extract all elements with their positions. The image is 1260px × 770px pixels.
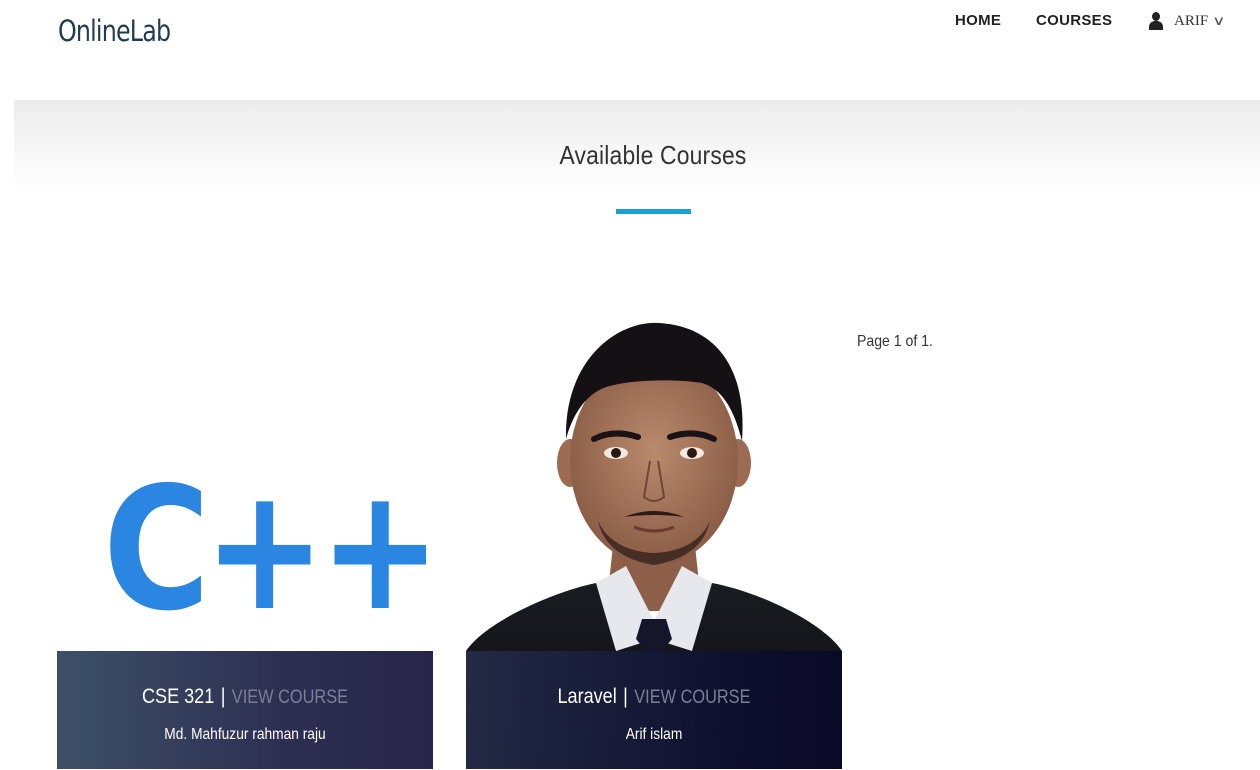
course-instructor: Arif islam xyxy=(625,726,683,743)
course-card[interactable]: Laravel | VIEW COURSE Arif islam xyxy=(466,321,842,769)
site-header: OnlineLab HOME COURSES ARIF ∨ xyxy=(0,0,1260,100)
user-menu[interactable]: ARIF ∨ xyxy=(1148,11,1226,31)
title-underline xyxy=(616,209,691,214)
user-icon xyxy=(1148,11,1164,31)
pagination-info: Page 1 of 1. xyxy=(857,333,933,350)
nav-home-link[interactable]: HOME xyxy=(955,12,1001,29)
course-name: Laravel xyxy=(557,685,617,708)
caption-separator: | xyxy=(220,685,226,708)
course-instructor: Md. Mahfuzur rahman raju xyxy=(164,726,326,743)
caption-separator: | xyxy=(623,685,628,708)
course-caption: CSE 321 | VIEW COURSE Md. Mahfuzur rahma… xyxy=(57,651,433,769)
course-card[interactable]: C++ CSE 321 | VIEW COURSE Md. Mahfuzur r… xyxy=(57,321,433,769)
course-name: CSE 321 xyxy=(141,685,215,708)
chevron-down-icon: ∨ xyxy=(1212,13,1226,28)
page-title: Available Courses xyxy=(559,140,747,170)
user-name: ARIF xyxy=(1174,12,1209,29)
course-caption: Laravel | VIEW COURSE Arif islam xyxy=(466,651,842,769)
nav-courses-link[interactable]: COURSES xyxy=(1036,12,1112,29)
site-logo[interactable]: OnlineLab xyxy=(58,14,171,48)
view-course-link[interactable]: VIEW COURSE xyxy=(232,687,348,708)
view-course-link[interactable]: VIEW COURSE xyxy=(634,687,750,708)
cpp-logo-text: C++ xyxy=(103,451,433,648)
